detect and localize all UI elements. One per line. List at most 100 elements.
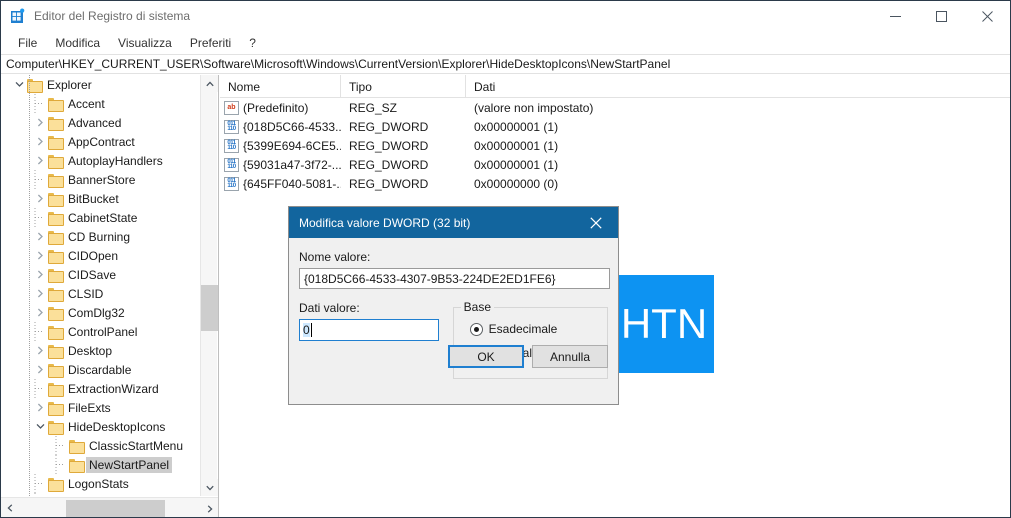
registry-value-row[interactable]: 011 110 {59031a47-3f72-... REG_DWORD 0x00000… xyxy=(220,155,1010,174)
tree-node[interactable]: CabinetState xyxy=(1,208,199,227)
radio-esadecimale[interactable]: Esadecimale xyxy=(454,317,607,341)
edit-dword-dialog: Modifica valore DWORD (32 bit) Nome valo… xyxy=(288,206,619,405)
tree-node[interactable]: Advanced xyxy=(1,113,199,132)
menu-item-preferiti[interactable]: Preferiti xyxy=(181,33,240,53)
tree-node[interactable]: CLSID xyxy=(1,284,199,303)
tree-node[interactable]: CD Burning xyxy=(1,227,199,246)
maximize-button[interactable] xyxy=(918,1,964,31)
registry-tree-pane: Explorer Accent Advanced AppContract Autopla… xyxy=(1,75,219,517)
dword-value-icon: 011 110 xyxy=(224,119,239,134)
folder-icon xyxy=(48,287,64,302)
close-button[interactable] xyxy=(964,1,1010,31)
chevron-right-icon[interactable] xyxy=(32,246,48,265)
folder-icon xyxy=(48,116,64,131)
registry-value-row[interactable]: ab (Predefinito) REG_SZ (valore non imposta… xyxy=(220,98,1010,117)
tree-node-label: ComDlg32 xyxy=(68,305,125,320)
tree-vertical-scrollbar[interactable] xyxy=(200,75,218,496)
tree-node[interactable]: NewStartPanel xyxy=(1,455,199,474)
tree-node[interactable]: ComDlg32 xyxy=(1,303,199,322)
tree-node[interactable]: Accent xyxy=(1,94,199,113)
folder-icon xyxy=(48,97,64,112)
value-name-text: {018D5C66-4533-4307-9B53-224DE2ED1FE6} xyxy=(304,271,556,286)
tree-node-label: BitBucket xyxy=(68,191,119,206)
chevron-right-icon[interactable] xyxy=(32,398,48,417)
tree-node[interactable]: CIDSave xyxy=(1,265,199,284)
chevron-right-icon[interactable] xyxy=(32,227,48,246)
value-data-input[interactable]: 0 xyxy=(299,319,439,341)
tree-node-label: BannerStore xyxy=(68,172,136,187)
tree-node[interactable]: Explorer xyxy=(1,75,199,94)
value-type-cell: REG_DWORD xyxy=(349,176,429,191)
menu-item-file[interactable]: File xyxy=(9,33,46,53)
tree-hscrollbar-thumb[interactable] xyxy=(66,500,165,517)
chevron-right-icon[interactable] xyxy=(32,341,48,360)
cancel-button[interactable]: Annulla xyxy=(532,345,608,368)
registry-value-row[interactable]: 011 110 {645FF040-5081-... REG_DWORD 0x00000… xyxy=(220,174,1010,193)
folder-icon xyxy=(48,154,64,169)
tree-node-label: ControlPanel xyxy=(68,324,138,339)
tree-node[interactable]: FileExts xyxy=(1,398,199,417)
tree-node[interactable]: CIDOpen xyxy=(1,246,199,265)
tree-node-label: AppContract xyxy=(68,134,135,149)
registry-values-list[interactable]: ab (Predefinito) REG_SZ (valore non imposta… xyxy=(220,98,1010,193)
tree-node[interactable]: ClassicStartMenu xyxy=(1,436,199,455)
value-data-cell: (valore non impostato) xyxy=(474,100,594,115)
tree-scrollbar-thumb[interactable] xyxy=(201,285,218,331)
menu-item-help[interactable]: ? xyxy=(240,33,265,53)
tree-node-label: HideDesktopIcons xyxy=(68,419,166,434)
tree-node[interactable]: ControlPanel xyxy=(1,322,199,341)
dialog-close-button[interactable] xyxy=(574,207,618,238)
tree-node[interactable]: AppContract xyxy=(1,132,199,151)
tree-node-leaf-marker xyxy=(32,94,48,113)
registry-tree[interactable]: Explorer Accent Advanced AppContract Autopla… xyxy=(1,75,199,496)
chevron-right-icon[interactable] xyxy=(32,151,48,170)
folder-icon xyxy=(48,211,64,226)
tree-node[interactable]: Desktop xyxy=(1,341,199,360)
tree-horizontal-scrollbar[interactable] xyxy=(1,497,218,517)
tree-node-label: Accent xyxy=(68,96,105,111)
registry-value-row[interactable]: 011 110 {5399E694-6CE5... REG_DWORD 0x000000… xyxy=(220,136,1010,155)
address-bar[interactable]: Computer\HKEY_CURRENT_USER\Software\Micr… xyxy=(1,54,1010,74)
column-header-nome[interactable]: Nome xyxy=(220,75,341,98)
value-name-cell: 011 110 {5399E694-6CE5... xyxy=(220,138,341,153)
chevron-down-icon[interactable] xyxy=(32,417,48,436)
ok-button[interactable]: OK xyxy=(448,345,524,368)
tree-node[interactable]: Discardable xyxy=(1,360,199,379)
tree-node-label: Explorer xyxy=(47,77,92,92)
menu-item-modifica[interactable]: Modifica xyxy=(46,33,109,53)
tree-node-label: LogonStats xyxy=(68,476,129,491)
folder-icon xyxy=(48,268,64,283)
chevron-right-icon[interactable] xyxy=(32,265,48,284)
tree-node-label: CIDSave xyxy=(68,267,117,282)
window-title: Editor del Registro di sistema xyxy=(34,9,191,23)
tree-node[interactable]: LogonStats xyxy=(1,474,199,493)
value-name-input[interactable]: {018D5C66-4533-4307-9B53-224DE2ED1FE6} xyxy=(299,268,610,289)
chevron-right-icon[interactable] xyxy=(32,303,48,322)
chevron-right-icon[interactable] xyxy=(32,113,48,132)
column-header-tipo[interactable]: Tipo xyxy=(341,75,466,98)
chevron-right-icon[interactable] xyxy=(32,189,48,208)
scroll-right-icon[interactable] xyxy=(201,500,218,517)
tree-node[interactable]: BitBucket xyxy=(1,189,199,208)
tree-node[interactable]: AutoplayHandlers xyxy=(1,151,199,170)
scroll-left-icon[interactable] xyxy=(1,499,18,517)
chevron-right-icon[interactable] xyxy=(32,360,48,379)
chevron-right-icon[interactable] xyxy=(32,132,48,151)
scroll-down-icon[interactable] xyxy=(201,479,218,496)
column-header-dati[interactable]: Dati xyxy=(466,75,1010,98)
value-name-text: (Predefinito) xyxy=(243,100,309,115)
tree-node-label: NewStartPanel xyxy=(86,456,173,473)
tree-node[interactable]: LowRegistry xyxy=(1,493,199,496)
tree-node[interactable]: ExtractionWizard xyxy=(1,379,199,398)
chevron-down-icon[interactable] xyxy=(11,75,27,94)
tree-node[interactable]: HideDesktopIcons xyxy=(1,417,199,436)
scroll-up-icon[interactable] xyxy=(201,75,218,92)
tree-node[interactable]: BannerStore xyxy=(1,170,199,189)
registry-value-row[interactable]: 011 110 {018D5C66-4533... REG_DWORD 0x000000… xyxy=(220,117,1010,136)
chevron-right-icon[interactable] xyxy=(32,284,48,303)
menu-item-visualizza[interactable]: Visualizza xyxy=(109,33,181,53)
value-data-cell: 0x00000001 (1) xyxy=(474,138,559,153)
minimize-button[interactable] xyxy=(872,1,918,31)
radio-selected-icon xyxy=(469,322,483,336)
folder-icon xyxy=(48,344,64,359)
